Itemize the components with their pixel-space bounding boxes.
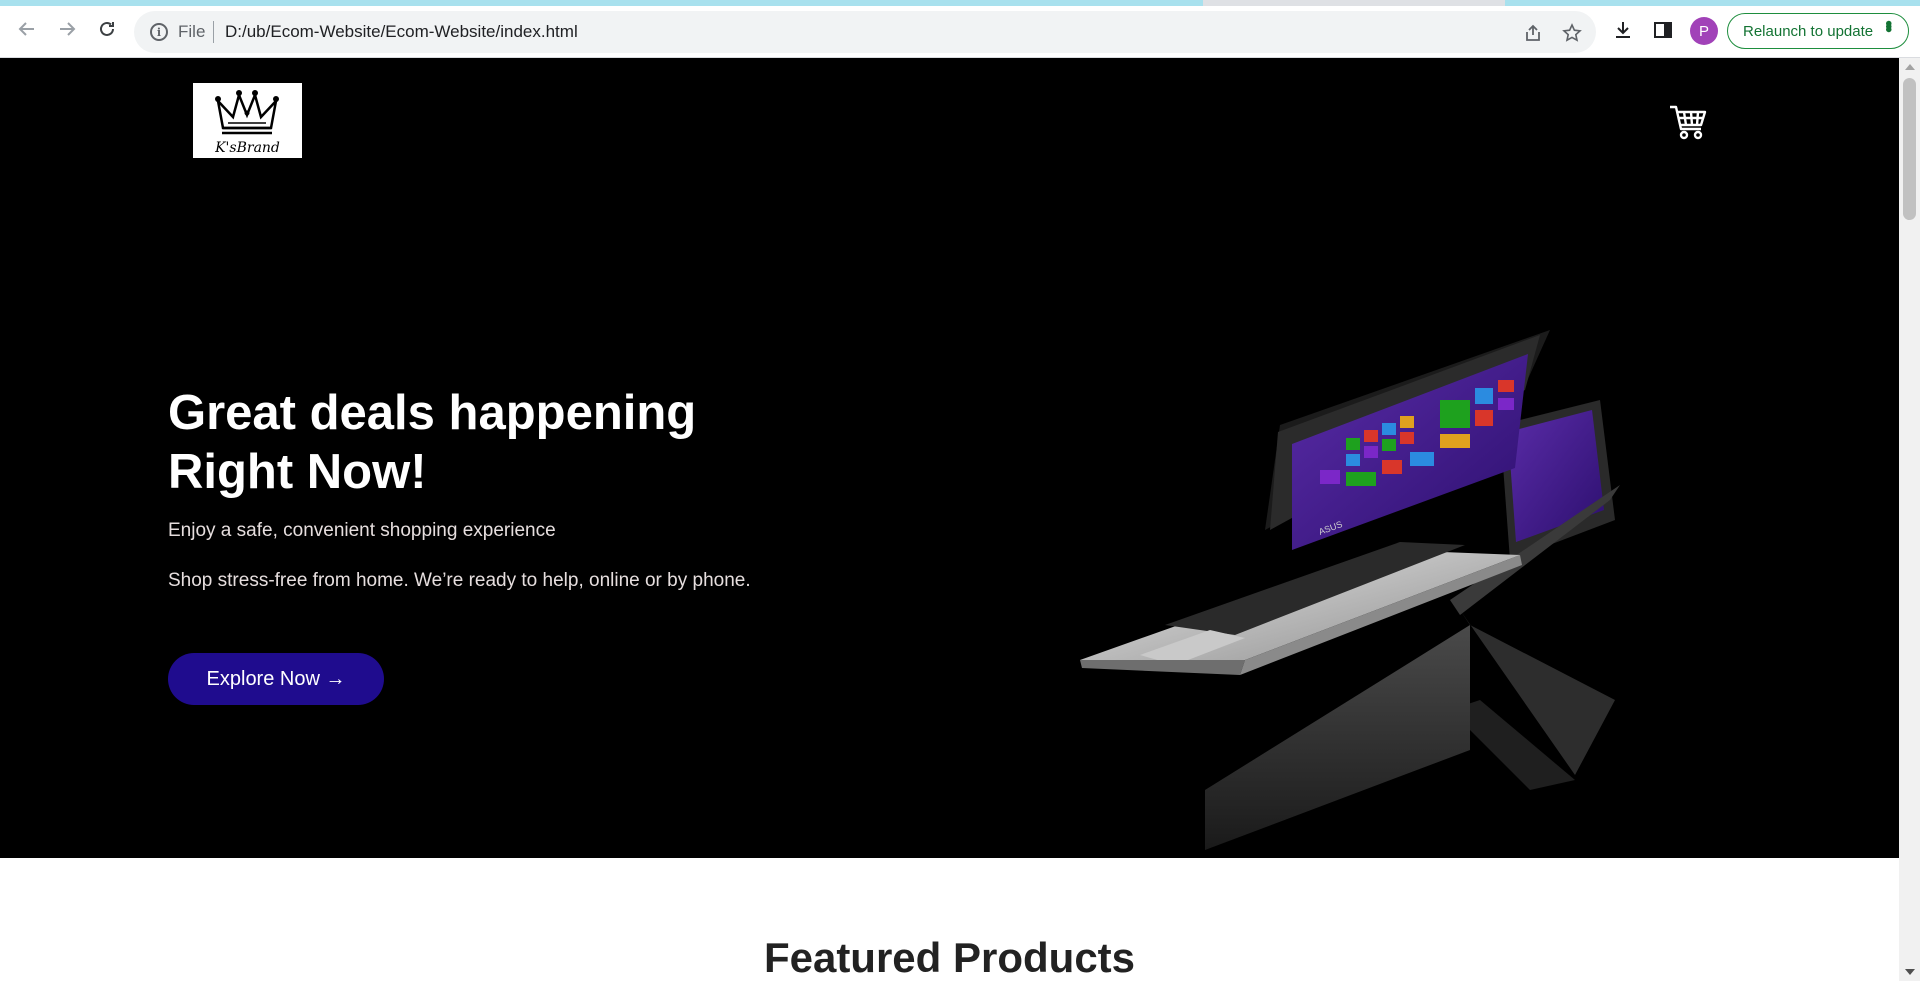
page-viewport: K'sBrand Home Products About Contact Acc… — [0, 58, 1899, 981]
shopping-cart-icon[interactable] — [1668, 102, 1708, 142]
nav-contact[interactable]: Contact — [160, 58, 215, 75]
download-icon[interactable] — [1610, 17, 1636, 43]
tab-strip-active — [0, 0, 1203, 6]
nav-home[interactable]: Home — [0, 58, 43, 75]
featured-products-heading: Featured Products — [763, 934, 1136, 981]
scroll-thumb[interactable] — [1903, 78, 1916, 220]
address-bar[interactable]: i File D:/ub/Ecom-Website/Ecom-Website/i… — [134, 11, 1596, 53]
hero-subtitle: Enjoy a safe, convenient shopping experi… — [168, 520, 556, 541]
page-scrollbar[interactable] — [1899, 58, 1920, 981]
scroll-down-arrow-icon[interactable] — [1905, 969, 1915, 975]
brand-logo[interactable]: K'sBrand — [193, 83, 302, 158]
hero-title-line2: Right Now! — [168, 445, 427, 499]
tab-strip-segment — [1505, 0, 1920, 6]
nav-products[interactable]: Products — [47, 58, 110, 75]
reload-icon[interactable] — [91, 13, 123, 45]
side-panel-icon[interactable] — [1650, 17, 1676, 43]
main-nav: Home Products About Contact Account — [0, 58, 1899, 76]
convertible-laptop-image: ASUS — [1080, 330, 1620, 850]
url-text[interactable]: D:/ub/Ecom-Website/Ecom-Website/index.ht… — [225, 22, 578, 42]
relaunch-label: Relaunch to update — [1743, 22, 1874, 40]
back-arrow-icon[interactable] — [11, 13, 43, 45]
hero-section: K'sBrand Home Products About Contact Acc… — [0, 58, 1899, 858]
forward-arrow-icon[interactable] — [51, 13, 83, 45]
bookmark-star-icon[interactable] — [1560, 21, 1584, 45]
nav-about[interactable]: About — [114, 58, 156, 75]
nav-account[interactable]: Account — [219, 58, 277, 75]
browser-toolbar: i File D:/ub/Ecom-Website/Ecom-Website/i… — [0, 0, 1920, 58]
share-icon[interactable] — [1521, 21, 1545, 45]
url-scheme-label: File — [178, 22, 206, 41]
explore-now-button[interactable]: Explore Now → — [168, 653, 384, 705]
hero-description: Shop stress-free from home. We’re ready … — [168, 570, 751, 591]
more-menu-icon[interactable]: ••• — [1877, 20, 1899, 29]
hero-title-line1: Great deals happening — [168, 386, 697, 440]
hero-title: Great deals happening Right Now! — [168, 384, 788, 502]
profile-avatar[interactable]: P — [1690, 17, 1718, 45]
site-info-icon[interactable]: i — [150, 23, 168, 41]
omnibox-divider — [213, 21, 214, 43]
relaunch-button[interactable]: Relaunch to update ••• — [1727, 13, 1909, 49]
logo-text: K'sBrand — [215, 140, 280, 156]
scroll-up-arrow-icon[interactable] — [1905, 64, 1915, 70]
